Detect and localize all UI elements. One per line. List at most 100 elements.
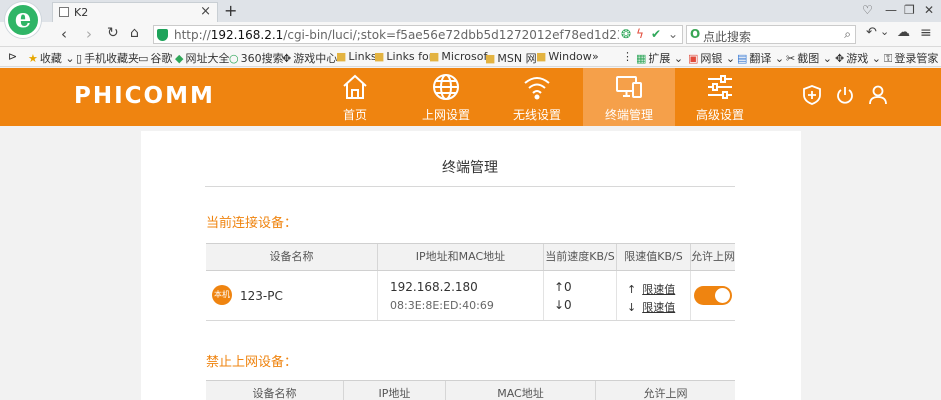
search-placeholder: 点此搜索 bbox=[703, 30, 752, 44]
nav-advanced-settings[interactable]: 高级设置 bbox=[674, 68, 766, 126]
home-icon bbox=[343, 74, 367, 99]
bookmark-links[interactable]: ■ Links bbox=[336, 50, 377, 63]
blocked-devices-heading: 禁止上网设备： bbox=[206, 355, 298, 370]
divider-icon: ⋮ bbox=[622, 50, 633, 63]
nav-internet-settings[interactable]: 上网设置 bbox=[400, 68, 492, 126]
nav-device-management[interactable]: 终端管理 bbox=[583, 68, 675, 126]
allow-cell bbox=[691, 271, 735, 320]
upload-limit-arrow: ↑ bbox=[627, 283, 637, 296]
col-allow-internet: 允许上网 bbox=[691, 250, 735, 263]
bookmark-google[interactable]: ▭ 谷歌 bbox=[138, 50, 172, 66]
dropdown-icon[interactable]: ⌄ bbox=[668, 27, 678, 41]
bookmarks-bar: ⊳ ★ 收藏 ⌄ ▯ 手机收藏夹 ▭ 谷歌 ◆ 网址大全 ○ 360搜索 ✥ 游戏中心 ■ L… bbox=[0, 47, 941, 67]
router-header: PHICOMM 首页 上网设置 无线设置 终端管理 高级设置 bbox=[0, 68, 941, 126]
nav-wireless-label: 无线设置 bbox=[512, 108, 561, 122]
bookmark-nav[interactable]: ◆ 网址大全 bbox=[175, 50, 229, 66]
minimize-icon[interactable]: — bbox=[885, 3, 897, 17]
browser-tab-strip: K2 × + ♡ — ❐ ✕ bbox=[0, 0, 941, 22]
security-shield-icon bbox=[157, 29, 168, 41]
upload-limit: ↑ 限速值 bbox=[627, 281, 675, 297]
search-engine-icon: O bbox=[690, 27, 701, 41]
restore-icon[interactable]: ❐ bbox=[904, 3, 915, 17]
url-scheme: http:// bbox=[174, 28, 211, 42]
search-icon[interactable]: ⌕ bbox=[844, 27, 851, 42]
tool-banking[interactable]: ▣ 网银 ⌄ bbox=[688, 50, 735, 66]
globe-icon bbox=[433, 74, 459, 100]
power-icon[interactable] bbox=[836, 85, 854, 105]
connected-table-header: 设备名称 IP地址和MAC地址 当前速度KB/S 限速值KB/S 允许上网 bbox=[206, 243, 735, 271]
lightning-icon[interactable]: ϟ bbox=[636, 27, 644, 41]
bookmark-links-for[interactable]: ■ Links for bbox=[374, 50, 433, 63]
download-speed: ↓0 bbox=[554, 298, 572, 312]
bookmark-games[interactable]: ✥ 游戏中心 bbox=[282, 50, 337, 66]
home-icon[interactable]: ⌂ bbox=[130, 25, 139, 41]
table-row: 本机 123-PC 192.168.2.180 08:3E:8E:ED:40:6… bbox=[206, 271, 735, 321]
forward-icon[interactable]: › bbox=[86, 25, 92, 43]
bookmark-mobile[interactable]: ▯ 手机收藏夹 bbox=[76, 50, 139, 66]
tool-password-manager[interactable]: ⚿ 登录管家 bbox=[884, 50, 938, 66]
download-limit: ↓ 限速值 bbox=[627, 299, 675, 315]
connected-devices-heading: 当前连接设备： bbox=[206, 216, 298, 231]
bookmarks-toggle-icon[interactable]: ⊳ bbox=[8, 50, 17, 63]
limit-cell: ↑ 限速值 ↓ 限速值 bbox=[617, 271, 691, 320]
refresh-icon[interactable]: ↻ bbox=[107, 25, 119, 41]
shield-plus-icon[interactable] bbox=[803, 85, 821, 105]
blocked-table-header: 设备名称 IP地址 MAC地址 允许上网 bbox=[206, 380, 735, 400]
sliders-icon bbox=[708, 75, 732, 99]
scrollbar[interactable] bbox=[929, 126, 941, 400]
bookmark-favorites[interactable]: ★ 收藏 ⌄ bbox=[28, 50, 75, 66]
col-device-name: 设备名称 bbox=[206, 244, 378, 270]
address-bar[interactable]: http://192.168.2.1/cgi-bin/luci/;stok=f5… bbox=[153, 25, 683, 44]
tab-title: K2 bbox=[74, 6, 89, 19]
page-title: 终端管理 bbox=[442, 160, 498, 176]
bookmark-360search[interactable]: ○ 360搜索 bbox=[229, 50, 284, 66]
nav-home[interactable]: 首页 bbox=[309, 68, 401, 126]
bookmark-windows[interactable]: ■ Window bbox=[536, 50, 592, 63]
col-blocked-allow: 允许上网 bbox=[643, 387, 688, 400]
more-bookmarks-icon[interactable]: » bbox=[592, 50, 599, 63]
tool-translate[interactable]: ▤ 翻译 ⌄ bbox=[737, 50, 784, 66]
bookmark-msn[interactable]: ■ MSN 网 bbox=[485, 50, 537, 66]
col-speed-limit: 限速值KB/S bbox=[617, 244, 691, 270]
device-name-cell: 本机 123-PC bbox=[206, 271, 378, 320]
tool-screenshot[interactable]: ✂ 截图 ⌄ bbox=[786, 50, 832, 66]
search-box[interactable]: O 点此搜索 ⌕ bbox=[686, 25, 856, 44]
close-window-icon[interactable]: ✕ bbox=[924, 3, 934, 17]
wifi-icon bbox=[524, 77, 550, 100]
undo-icon[interactable]: ↶ bbox=[866, 25, 877, 40]
chevron-down-icon[interactable]: ⌄ bbox=[880, 25, 889, 38]
cloud-icon[interactable]: ☁ bbox=[897, 25, 910, 40]
toggle-knob bbox=[715, 288, 730, 303]
col-current-speed: 当前速度KB/S bbox=[544, 244, 617, 270]
bookmark-microsoft[interactable]: ■ Microsof bbox=[429, 50, 487, 63]
title-divider bbox=[205, 186, 735, 187]
shield-check-icon[interactable]: ✔ bbox=[651, 27, 661, 41]
user-icon[interactable] bbox=[869, 85, 887, 105]
download-limit-link[interactable]: 限速值 bbox=[642, 301, 675, 314]
tool-extensions[interactable]: ▦ 扩展 ⌄ bbox=[636, 50, 683, 66]
allow-internet-toggle[interactable] bbox=[694, 286, 732, 305]
browser-tab[interactable]: K2 × bbox=[52, 2, 218, 22]
ip-mac-cell: 192.168.2.180 08:3E:8E:ED:40:69 bbox=[378, 271, 544, 320]
menu-icon[interactable]: ≡ bbox=[920, 25, 932, 41]
col-blocked-ip: IP地址 bbox=[344, 381, 446, 400]
col-blocked-device-name: 设备名称 bbox=[206, 381, 344, 400]
device-mac: 08:3E:8E:ED:40:69 bbox=[390, 299, 494, 312]
speed-cell: ↑0 ↓0 bbox=[544, 271, 617, 320]
brand-logo: PHICOMM bbox=[74, 83, 215, 109]
col-ip-mac: IP地址和MAC地址 bbox=[378, 244, 544, 270]
upload-speed: ↑0 bbox=[554, 280, 572, 294]
tool-games[interactable]: ✥ 游戏 ⌄ bbox=[835, 50, 881, 66]
this-device-badge: 本机 bbox=[212, 285, 232, 305]
upload-limit-link[interactable]: 限速值 bbox=[642, 283, 675, 296]
page-icon bbox=[59, 7, 69, 17]
nav-device-label: 终端管理 bbox=[604, 108, 653, 122]
nav-wireless-settings[interactable]: 无线设置 bbox=[491, 68, 583, 126]
skin-icon[interactable]: ♡ bbox=[862, 3, 873, 17]
back-icon[interactable]: ‹ bbox=[61, 25, 67, 43]
verified-icon[interactable]: ❂ bbox=[621, 27, 631, 41]
close-tab-icon[interactable]: × bbox=[200, 4, 211, 19]
nav-internet-label: 上网设置 bbox=[421, 108, 470, 122]
col-blocked-mac: MAC地址 bbox=[446, 381, 596, 400]
new-tab-icon[interactable]: + bbox=[224, 1, 237, 20]
